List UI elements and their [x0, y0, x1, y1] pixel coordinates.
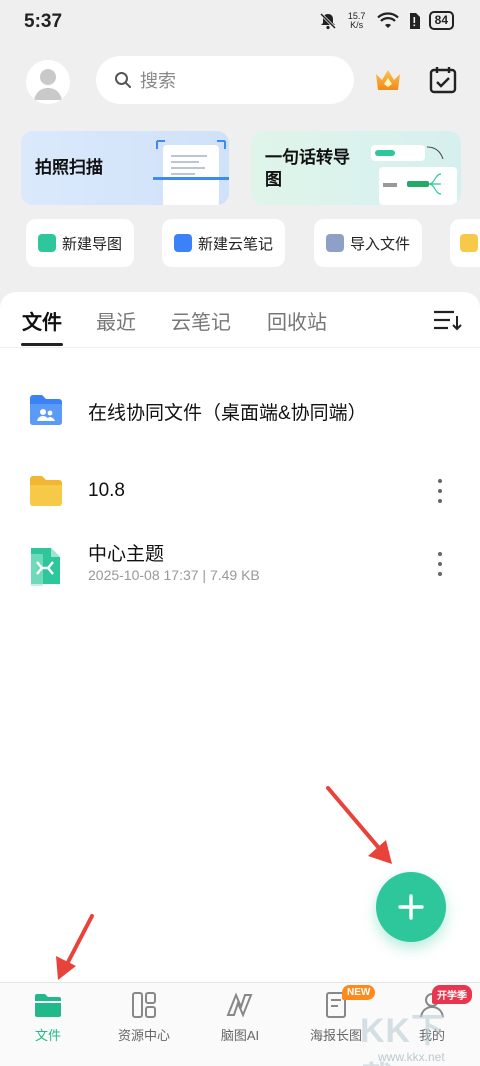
- nav-resource-center[interactable]: 资源中心: [96, 991, 192, 1061]
- document-scan-illustration: [153, 140, 229, 205]
- scan-card[interactable]: 拍照扫描: [21, 131, 229, 205]
- tab-bar: 文件 最近 云笔记 回收站: [0, 292, 480, 348]
- list-item[interactable]: 在线协同文件（桌面端&协同端）: [0, 376, 480, 446]
- sim-alert-icon: [409, 12, 420, 29]
- more-options-icon[interactable]: [430, 551, 450, 577]
- more-quick-action-button[interactable]: [450, 219, 480, 267]
- annotation-arrow-fab: [326, 786, 392, 864]
- calendar-check-icon[interactable]: [427, 64, 459, 96]
- avatar[interactable]: [26, 60, 70, 104]
- file-name: 在线协同文件（桌面端&协同端）: [88, 403, 367, 424]
- file-meta: 2025-10-08 17:37 | 7.49 KB: [88, 567, 260, 583]
- net-speed: 15.7 K/s: [345, 11, 369, 30]
- status-bar: 5:37 15.7 K/s 84: [0, 0, 480, 46]
- active-tab-indicator: [21, 343, 63, 346]
- back-to-school-badge: 开学季: [432, 985, 472, 1004]
- import-file-label: 导入文件: [350, 235, 411, 253]
- tab-cloud-notes[interactable]: 云笔记: [171, 306, 231, 335]
- ai-nav-icon: [226, 992, 253, 1018]
- watermark-url: www.kkx.net: [378, 1050, 445, 1064]
- wifi-icon: [376, 11, 399, 28]
- nav-files[interactable]: 文件: [0, 991, 96, 1061]
- folder-nav-icon: [35, 994, 61, 1017]
- battery-indicator: 84: [428, 11, 454, 30]
- import-icon: [326, 234, 344, 252]
- search-placeholder: 搜索: [140, 71, 176, 91]
- plus-icon: [398, 894, 424, 920]
- nav-resource-center-label: 资源中心: [117, 1028, 170, 1043]
- list-item[interactable]: 10.8: [0, 457, 480, 527]
- mindmap-card-title-line1: 一句话转导: [265, 148, 350, 167]
- new-cloud-note-button[interactable]: 新建云笔记: [162, 219, 286, 267]
- create-button[interactable]: [376, 872, 446, 942]
- status-icons: 15.7 K/s 84: [319, 11, 454, 30]
- tab-files[interactable]: 文件: [22, 306, 62, 335]
- more-options-icon[interactable]: [430, 478, 450, 504]
- file-name: 中心主题: [88, 544, 165, 565]
- nav-mindmap-ai-label: 脑图AI: [220, 1028, 260, 1043]
- shared-folder-icon: [30, 395, 62, 425]
- status-time: 5:37: [24, 11, 63, 32]
- annotation-arrow-files: [56, 914, 94, 980]
- file-name: 10.8: [88, 480, 125, 501]
- folder-icon: [30, 476, 62, 506]
- text-to-mindmap-card[interactable]: 一句话转导 图: [251, 131, 461, 205]
- search-input[interactable]: 搜索: [96, 56, 354, 104]
- note-icon: [174, 234, 192, 252]
- new-cloud-note-label: 新建云笔记: [198, 235, 274, 253]
- new-mindmap-button[interactable]: 新建导图: [26, 219, 135, 267]
- grid-nav-icon: [132, 992, 156, 1018]
- mindmap-file-icon: [31, 548, 60, 586]
- new-mindmap-label: 新建导图: [62, 235, 123, 253]
- tab-recent[interactable]: 最近: [96, 306, 136, 335]
- mindmap-card-title-line2: 图: [265, 170, 282, 189]
- scan-card-title: 拍照扫描: [35, 158, 103, 177]
- mindmap-icon: [38, 234, 56, 252]
- nav-files-label: 文件: [34, 1028, 61, 1043]
- mindmap-illustration: [371, 145, 457, 205]
- nav-mindmap-ai[interactable]: 脑图AI: [192, 991, 288, 1061]
- vip-crown-icon[interactable]: [372, 64, 404, 96]
- search-icon: [115, 72, 131, 88]
- sort-icon[interactable]: [432, 308, 462, 332]
- net-speed-unit: K/s: [350, 19, 364, 30]
- user-avatar-icon: [34, 69, 62, 100]
- import-file-button[interactable]: 导入文件: [314, 219, 423, 267]
- list-item[interactable]: 中心主题 2025-10-08 17:37 | 7.49 KB: [0, 532, 480, 602]
- new-badge: NEW: [342, 985, 376, 1000]
- quick-actions-row: 新建导图 新建云笔记 导入文件: [0, 219, 480, 267]
- header: 搜索: [0, 52, 480, 112]
- tab-recycle-bin[interactable]: 回收站: [267, 306, 327, 335]
- folder-small-icon: [460, 234, 478, 252]
- mute-bell-icon: [319, 12, 336, 29]
